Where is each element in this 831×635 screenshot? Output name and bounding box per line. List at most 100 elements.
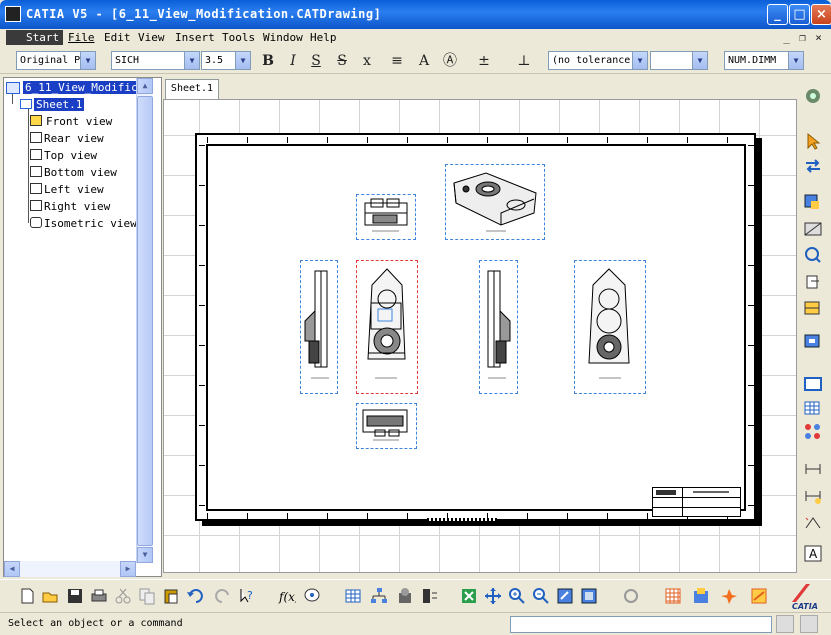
left-view-frame[interactable] bbox=[300, 260, 338, 394]
isometric-view-frame[interactable] bbox=[445, 164, 545, 240]
right-view-frame[interactable] bbox=[479, 260, 518, 394]
menu-edit[interactable]: Edit bbox=[104, 31, 131, 44]
tree-view-item-front[interactable]: Front view bbox=[30, 115, 114, 128]
fit-all-icon[interactable] bbox=[460, 587, 478, 605]
formula-icon[interactable]: f(x) bbox=[278, 587, 296, 605]
frame-text-icon[interactable]: Ⓐ bbox=[440, 51, 460, 71]
print-icon[interactable] bbox=[90, 587, 108, 605]
text-icon[interactable]: A bbox=[803, 544, 823, 562]
clip-icon[interactable] bbox=[803, 273, 823, 291]
drawing-canvas[interactable] bbox=[163, 99, 797, 573]
chevron-down-icon[interactable]: ▼ bbox=[184, 52, 199, 69]
copy-icon[interactable] bbox=[138, 587, 156, 605]
menu-tools[interactable]: Tools bbox=[222, 31, 255, 44]
scroll-thumb[interactable] bbox=[137, 96, 153, 546]
save-icon[interactable] bbox=[66, 587, 84, 605]
whats-this-icon[interactable]: ? bbox=[238, 587, 256, 605]
font-size-select[interactable]: 3.5 ▼ bbox=[201, 51, 251, 70]
font-select[interactable]: SICH ▼ bbox=[111, 51, 200, 70]
chevron-down-icon[interactable]: ▼ bbox=[80, 52, 95, 69]
tree-icon[interactable] bbox=[370, 587, 388, 605]
tree-view-item-isometric[interactable]: Isometric view bbox=[30, 217, 137, 230]
menu-view[interactable]: View bbox=[138, 31, 165, 44]
chevron-down-icon[interactable]: ▼ bbox=[235, 52, 250, 69]
pan-icon[interactable] bbox=[484, 587, 502, 605]
section-icon[interactable] bbox=[803, 220, 823, 238]
align-icon[interactable]: ≡ bbox=[387, 51, 407, 71]
mdi-close-button[interactable]: × bbox=[811, 30, 826, 45]
paste-icon[interactable] bbox=[162, 587, 180, 605]
detail-icon[interactable] bbox=[803, 245, 823, 263]
superscript-button[interactable]: x bbox=[357, 51, 377, 71]
menu-file[interactable]: File bbox=[68, 31, 95, 44]
options-icon[interactable] bbox=[420, 587, 438, 605]
tolerance-value-select[interactable]: ▼ bbox=[650, 51, 708, 70]
sheet-view-icon[interactable] bbox=[580, 587, 598, 605]
maximize-button[interactable]: □ bbox=[789, 4, 810, 25]
underline-button[interactable]: S bbox=[306, 51, 326, 71]
knowledge-icon[interactable] bbox=[303, 587, 321, 605]
update-icon[interactable] bbox=[622, 587, 640, 605]
menu-help[interactable]: Help bbox=[310, 31, 337, 44]
tree-sheet-item[interactable]: Sheet.1 bbox=[34, 98, 85, 111]
chevron-down-icon[interactable]: ▼ bbox=[788, 52, 803, 69]
tree-view-item-rear[interactable]: Rear view bbox=[30, 132, 104, 145]
wizard-icon[interactable] bbox=[803, 332, 823, 350]
dress-up-icon[interactable] bbox=[750, 587, 768, 605]
catia-app-icon[interactable] bbox=[5, 6, 21, 22]
tree-view-item-left[interactable]: Left view bbox=[30, 183, 104, 196]
break-icon[interactable] bbox=[803, 299, 823, 317]
scroll-up-icon[interactable]: ▲ bbox=[137, 78, 153, 94]
tolerance-format-icon[interactable]: ± bbox=[474, 51, 494, 71]
macro-icon[interactable] bbox=[396, 587, 414, 605]
snap-icon[interactable] bbox=[720, 587, 738, 605]
frame-icon[interactable] bbox=[803, 399, 823, 417]
redo-icon[interactable] bbox=[214, 587, 232, 605]
menu-window[interactable]: Window bbox=[263, 31, 303, 44]
dimension-icon[interactable] bbox=[803, 460, 823, 478]
positional-link-icon[interactable] bbox=[803, 422, 823, 440]
tree-view-item-top[interactable]: Top view bbox=[30, 149, 97, 162]
undo-icon[interactable] bbox=[186, 587, 204, 605]
scroll-down-icon[interactable]: ▼ bbox=[137, 547, 153, 563]
tree-vertical-scrollbar[interactable]: ▲ ▼ bbox=[136, 78, 153, 563]
scroll-right-icon[interactable]: ▶ bbox=[120, 561, 136, 577]
tree-view-item-bottom[interactable]: Bottom view bbox=[30, 166, 117, 179]
annotation-icon[interactable] bbox=[803, 514, 823, 532]
command-input[interactable] bbox=[510, 616, 772, 633]
chevron-down-icon[interactable]: ▼ bbox=[692, 52, 707, 69]
zoom-out-icon[interactable] bbox=[532, 587, 550, 605]
window-title-bar[interactable]: CATIA V5 - [6_11_View_Modification.CATDr… bbox=[0, 0, 831, 29]
tree-view-item-right[interactable]: Right view bbox=[30, 200, 110, 213]
bold-button[interactable]: B bbox=[258, 51, 278, 71]
command-cancel-icon[interactable] bbox=[800, 615, 818, 633]
chevron-down-icon[interactable]: ▼ bbox=[632, 52, 647, 69]
view-from-3d-icon[interactable] bbox=[803, 192, 823, 210]
close-button[interactable]: × bbox=[811, 4, 831, 25]
bottom-view-frame[interactable] bbox=[356, 403, 417, 449]
table-icon[interactable] bbox=[344, 587, 362, 605]
scroll-left-icon[interactable]: ◀ bbox=[4, 561, 20, 577]
new-icon[interactable] bbox=[18, 587, 36, 605]
tree-root-item[interactable]: 6_11_View_Modificat bbox=[23, 81, 153, 94]
mdi-minimize-button[interactable]: _ bbox=[779, 30, 794, 45]
rear-view-frame[interactable] bbox=[574, 260, 646, 394]
mdi-restore-button[interactable]: ❐ bbox=[795, 30, 810, 45]
swap-icon[interactable] bbox=[803, 157, 823, 175]
italic-button[interactable]: I bbox=[283, 51, 303, 71]
command-ok-icon[interactable] bbox=[776, 615, 794, 633]
strikethrough-button[interactable]: S bbox=[332, 51, 352, 71]
dimension-line-icon[interactable]: ⊥ bbox=[514, 51, 534, 71]
new-sheet-icon[interactable] bbox=[803, 375, 823, 393]
menu-start[interactable]: Start bbox=[6, 30, 64, 45]
normal-view-icon[interactable] bbox=[556, 587, 574, 605]
anchor-point-icon[interactable]: A bbox=[414, 51, 434, 71]
grid-icon[interactable] bbox=[664, 587, 682, 605]
tab-sheet-1[interactable]: Sheet.1 bbox=[165, 79, 219, 99]
menu-insert[interactable]: Insert bbox=[175, 31, 215, 44]
numerical-format-select[interactable]: NUM.DIMM ▼ bbox=[724, 51, 804, 70]
zoom-in-icon[interactable] bbox=[508, 587, 526, 605]
open-icon[interactable] bbox=[41, 587, 59, 605]
tree-horizontal-scrollbar[interactable]: ◀ ▶ bbox=[4, 561, 136, 577]
front-view-frame[interactable] bbox=[356, 260, 418, 394]
